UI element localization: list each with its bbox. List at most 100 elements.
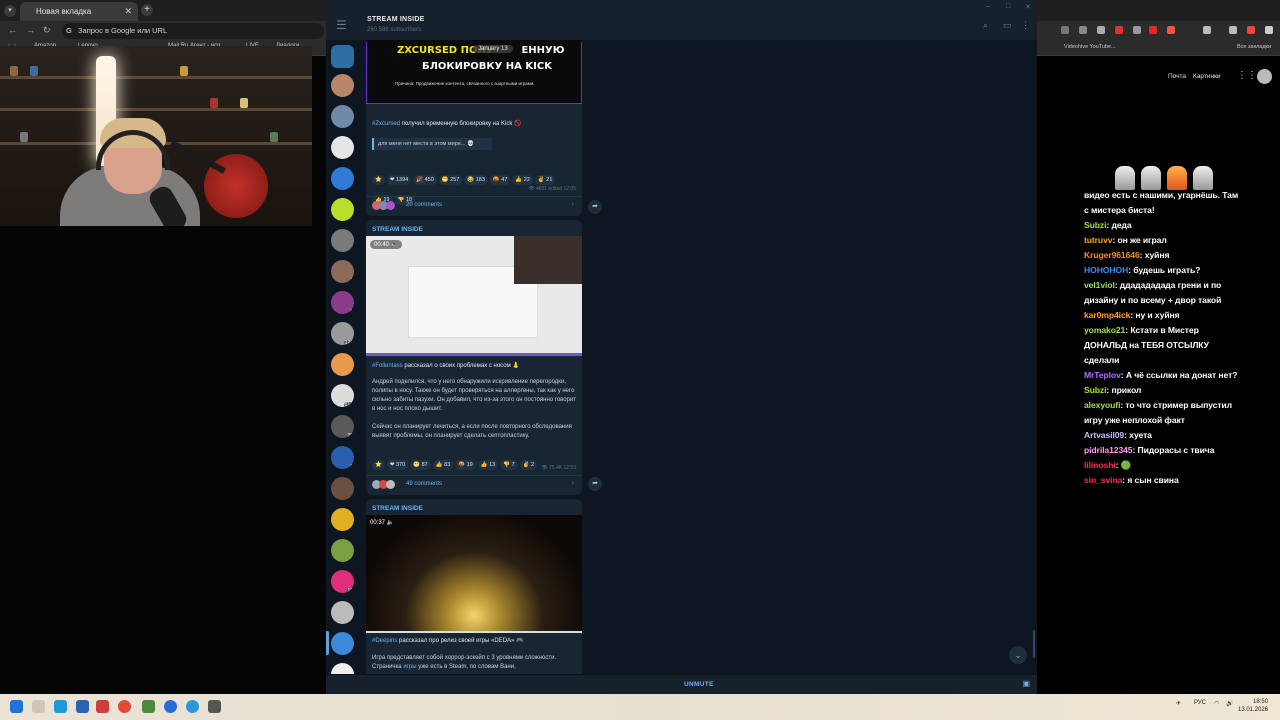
unmute-button[interactable]: UNMUTE xyxy=(684,681,714,688)
post-channel-name[interactable]: STREAM INSIDE xyxy=(372,505,423,512)
bookmark-videohive[interactable]: Videohive YouTube... xyxy=(1064,44,1116,50)
network-icon[interactable]: ✈ xyxy=(1176,700,1181,707)
gift-icon[interactable]: ▣ xyxy=(1022,679,1030,688)
store-icon[interactable] xyxy=(76,700,89,713)
address-bar[interactable]: G Запрос в Google или URL xyxy=(62,23,324,39)
back-icon[interactable]: ← xyxy=(8,25,17,35)
reaction-chip[interactable]: 👍 83 xyxy=(432,460,454,470)
chat-avatar[interactable] xyxy=(331,539,354,562)
share-icon[interactable]: ➦ xyxy=(588,477,602,491)
post-video[interactable]: 00:40 🔈 xyxy=(366,236,582,356)
app-icon[interactable] xyxy=(142,700,155,713)
maximize-icon[interactable]: □ xyxy=(1006,3,1010,10)
browser-menu-icon[interactable] xyxy=(1265,26,1273,34)
reaction-chip[interactable]: 🎉 450 xyxy=(413,175,437,185)
inline-link[interactable]: игры xyxy=(403,664,416,670)
channel-post[interactable]: ZXCURSED ПОЛУ ЕННУЮ January 13 БЛОКИРОВКУ… xyxy=(366,40,582,216)
extension-icon[interactable] xyxy=(1133,26,1141,34)
search-icon[interactable]: ⌕ xyxy=(983,20,988,31)
chat-avatar[interactable]: 517 xyxy=(331,384,354,407)
reaction-chip[interactable]: ✌ 21 xyxy=(534,175,556,185)
comments-button[interactable]: 20 comments › xyxy=(366,196,582,214)
chat-avatar[interactable]: 7 xyxy=(331,260,354,283)
chat-avatar[interactable] xyxy=(331,508,354,531)
extensions-puzzle-icon[interactable] xyxy=(1203,26,1211,34)
feed-scrollbar[interactable] xyxy=(1033,630,1035,658)
wifi-icon[interactable]: ◠ xyxy=(1214,700,1219,707)
language-indicator[interactable]: РУС xyxy=(1194,700,1206,706)
chat-avatar[interactable]: 6 xyxy=(331,446,354,469)
chat-avatar[interactable] xyxy=(331,601,354,624)
share-icon[interactable]: ➦ xyxy=(588,200,602,214)
hashtag-link[interactable]: #Follentass xyxy=(372,363,403,369)
discord-icon[interactable] xyxy=(164,700,177,713)
hashtag-link[interactable]: #Zxcursed xyxy=(372,121,400,127)
reaction-chip[interactable]: ⭐ xyxy=(372,175,385,185)
menu-icon[interactable]: ☰ xyxy=(336,18,347,32)
reaction-chip[interactable]: ❤ 1394 xyxy=(386,175,412,185)
tab-close-icon[interactable]: ✕ xyxy=(124,2,132,21)
reaction-chip[interactable]: 👍 13 xyxy=(477,460,499,470)
channel-post[interactable]: STREAM INSIDE 00:40 🔈 #Follentass расска… xyxy=(366,220,582,495)
stream-inside-avatar[interactable] xyxy=(331,632,354,655)
post-banner[interactable]: ZXCURSED ПОЛУ ЕННУЮ January 13 БЛОКИРОВКУ… xyxy=(366,40,582,104)
bookmark-all[interactable]: Все закладки xyxy=(1237,44,1271,50)
chat-avatar[interactable]: 16 xyxy=(331,570,354,593)
chat-avatar[interactable]: 9 xyxy=(331,291,354,314)
post-channel-name[interactable]: STREAM INSIDE xyxy=(372,226,423,233)
extension-icon[interactable] xyxy=(1097,26,1105,34)
reaction-chip[interactable]: 😁 257 xyxy=(438,175,463,185)
chat-avatar[interactable] xyxy=(331,74,354,97)
app-icon[interactable] xyxy=(96,700,109,713)
edge-icon[interactable] xyxy=(54,700,67,713)
chat-avatar[interactable]: 36 xyxy=(331,415,354,438)
system-clock[interactable]: 18:50 13.01.2026 xyxy=(1238,698,1268,714)
reaction-chip[interactable]: ✌ 2 xyxy=(519,460,538,470)
channel-post[interactable]: STREAM INSIDE 00:37 🔈 #Deepins рассказал… xyxy=(366,499,582,674)
more-icon[interactable]: ⋮ xyxy=(1021,20,1030,31)
chrome-icon[interactable] xyxy=(118,700,131,713)
close-window-icon[interactable]: ✕ xyxy=(1025,3,1031,11)
windows-start-icon[interactable] xyxy=(10,700,23,713)
chat-avatar[interactable] xyxy=(331,477,354,500)
profile-icon[interactable] xyxy=(1247,26,1255,34)
chat-avatar[interactable] xyxy=(331,353,354,376)
channel-title[interactable]: STREAM INSIDE xyxy=(367,16,424,23)
images-link[interactable]: Картинки xyxy=(1193,73,1221,80)
extension-icon[interactable] xyxy=(1167,26,1175,34)
chat-avatar[interactable] xyxy=(331,105,354,128)
volume-icon[interactable]: 🔊 xyxy=(1226,700,1233,707)
reaction-chip[interactable]: 👍 22 xyxy=(512,175,533,185)
account-avatar[interactable] xyxy=(1257,69,1272,84)
comments-button[interactable]: 49 comments › xyxy=(366,475,582,493)
reaction-chip[interactable]: 😁 87 xyxy=(410,460,431,470)
scroll-down-button[interactable]: ⌄ xyxy=(1009,646,1027,664)
reaction-chip[interactable]: 👎 7 xyxy=(500,460,518,470)
reaction-chip[interactable]: ❤ 370 xyxy=(386,460,409,470)
tab-new-tab[interactable]: Новая вкладка ✕ xyxy=(20,2,138,21)
reload-icon[interactable]: ↻ xyxy=(43,25,51,36)
extension-icon[interactable] xyxy=(1115,26,1123,34)
post-video[interactable]: 00:37 🔈 xyxy=(366,515,582,633)
saved-messages-icon[interactable] xyxy=(331,167,354,190)
extension-icon[interactable] xyxy=(1061,26,1069,34)
archive-icon[interactable] xyxy=(331,45,354,68)
new-tab-button[interactable]: + xyxy=(141,4,153,16)
telegram-icon[interactable] xyxy=(186,700,199,713)
tab-search-icon[interactable]: ▾ xyxy=(4,5,16,17)
hashtag-link[interactable]: #Deepins xyxy=(372,638,397,644)
forward-icon[interactable]: → xyxy=(26,25,35,35)
chat-avatar[interactable] xyxy=(331,198,354,221)
sidebar-toggle-icon[interactable]: ▭ xyxy=(1003,20,1012,31)
reaction-chip[interactable]: ⭐ xyxy=(372,460,385,470)
chat-avatar[interactable] xyxy=(331,136,354,159)
search-taskbar-icon[interactable] xyxy=(32,700,45,713)
chat-avatar[interactable] xyxy=(331,229,354,252)
download-icon[interactable] xyxy=(1229,26,1237,34)
extension-icon[interactable] xyxy=(1079,26,1087,34)
minimize-icon[interactable]: – xyxy=(986,3,990,10)
app-icon[interactable] xyxy=(208,700,221,713)
reaction-chip[interactable]: 🤬 19 xyxy=(455,460,476,470)
extension-icon[interactable] xyxy=(1149,26,1157,34)
chat-avatar[interactable]: 126 xyxy=(331,322,354,345)
